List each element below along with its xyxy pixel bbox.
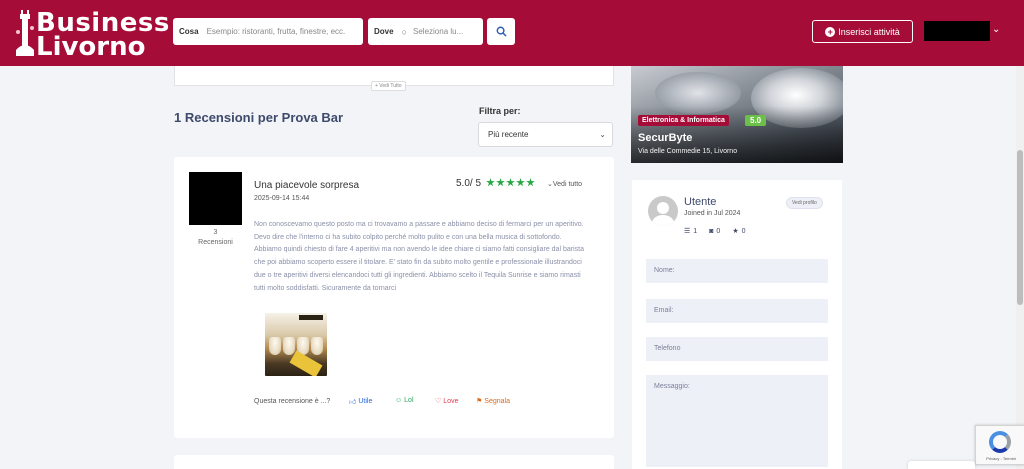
page-scrollbar-thumb[interactable] [1017, 150, 1023, 305]
add-business-label: Inserisci attività [838, 26, 900, 37]
search-what-placeholder: Esempio: ristoranti, frutta, finestre, e… [206, 27, 346, 36]
review-vedi-tutto[interactable]: ⌄Vedi tutto [547, 180, 582, 188]
thumbs-up-icon: 👍︎ [349, 399, 357, 406]
name-field-placeholder: Nome: [654, 267, 675, 274]
heart-icon: ♡ [435, 398, 442, 405]
user-stat-reviews-value: 1 [693, 227, 698, 235]
email-field[interactable]: Email: [646, 299, 828, 323]
segnala-button[interactable]: ⚑ Segnala [476, 397, 510, 406]
user-name: Utente [684, 196, 717, 208]
recaptcha-badge[interactable]: Privacy - Termini [975, 425, 1024, 465]
star-icon: ★ [732, 228, 739, 235]
star-icon [516, 178, 525, 187]
lol-label: Lol [404, 397, 414, 404]
plus-icon: + [825, 26, 836, 37]
business-card[interactable]: Elettronica & Informatica 5.0 SecurByte … [631, 66, 843, 163]
filter-select[interactable]: Più recente ⌄ [478, 122, 613, 147]
chevron-down-icon[interactable]: ⌄ [992, 24, 1000, 35]
business-rating-badge: 5.0 [745, 115, 767, 126]
next-card [174, 455, 614, 469]
star-icon [486, 178, 495, 187]
recaptcha-text: Privacy - Termini [986, 456, 1016, 461]
review-photo[interactable] [265, 313, 327, 376]
phone-field-placeholder: Telefono [654, 345, 681, 352]
avatar-head [657, 202, 669, 214]
review-card: 3 Recensioni Una piacevole sorpresa 2025… [174, 157, 614, 438]
star-icon [506, 178, 515, 187]
search-where-label: Dove [374, 27, 394, 36]
site-header: Business Livorno Cosa Esempio: ristorant… [0, 0, 1024, 66]
business-address: Via delle Commedie 15, Livorno [638, 148, 738, 155]
tower-logo-icon [16, 10, 34, 56]
search-icon [496, 26, 507, 37]
search-button[interactable] [487, 18, 515, 45]
user-avatar[interactable] [648, 196, 678, 226]
flag-icon: ⚑ [476, 398, 483, 405]
chevron-down-icon: ⌄ [599, 130, 606, 139]
reviewer-count-label: Recensioni [198, 239, 233, 246]
search-where-input[interactable]: Dove ○ Seleziona lu... [368, 18, 483, 45]
site-logo[interactable]: Business Livorno [14, 6, 169, 62]
message-field-placeholder: Messaggio: [654, 383, 690, 390]
view-profile-button[interactable]: Vedi profilo [786, 197, 823, 209]
list-icon: ☰ [684, 228, 691, 235]
bottom-widget[interactable] [908, 461, 975, 469]
avatar-torso [652, 215, 674, 226]
love-button[interactable]: ♡ Love [435, 397, 459, 406]
segnala-label: Segnala [484, 397, 510, 405]
star-icon [496, 178, 505, 187]
name-field[interactable]: Nome: [646, 259, 828, 283]
user-joined: Joined in Jul 2024 [684, 210, 741, 217]
user-stats: ☰ 1 ◙ 0 ★ 0 [684, 227, 746, 236]
reviewer-avatar[interactable] [189, 172, 242, 225]
review-question: Questa recensione è ...? [254, 398, 331, 405]
business-category-badge[interactable]: Elettronica & Informatica [638, 115, 729, 126]
user-stat-photos: ◙ 0 [709, 227, 720, 235]
photo-cup [269, 337, 281, 355]
review-vedi-tutto-label: Vedi tutto [552, 181, 583, 188]
review-date: 2025-09-14 15:44 [254, 195, 310, 202]
recaptcha-icon [989, 431, 1011, 453]
add-business-button[interactable]: + Inserisci attività [812, 20, 913, 43]
reviewer-review-count: 3 Recensioni [189, 228, 242, 248]
photo-cup [283, 337, 295, 355]
star-icon [526, 178, 535, 187]
review-text: Non conoscevamo questo posto ma ci trova… [254, 221, 584, 292]
filter-selected-value: Più recente [488, 130, 529, 139]
smile-icon: ☺ [395, 397, 403, 404]
utile-button[interactable]: 👍︎ Utile [349, 397, 372, 406]
review-stars [486, 178, 535, 187]
user-stat-favorites-value: 0 [741, 227, 746, 235]
user-menu[interactable] [924, 21, 990, 41]
user-stat-reviews: ☰ 1 [684, 227, 698, 236]
lol-button[interactable]: ☺ Lol [395, 397, 414, 404]
location-pin-icon: ○ [401, 26, 407, 37]
review-title: Una piacevole sorpresa [254, 180, 360, 191]
reviewer-count-number: 3 [213, 229, 218, 236]
user-stat-photos-value: 0 [716, 227, 721, 235]
vedi-tutto-toggle[interactable]: + Vedi Tutto [371, 81, 406, 91]
photo-tag [299, 315, 323, 320]
camera-icon: ◙ [709, 227, 714, 235]
logo-text-livorno: Livorno [36, 32, 146, 62]
user-stat-favorites: ★ 0 [732, 227, 746, 236]
user-contact-card: Utente Joined in Jul 2024 Vedi profilo ☰… [632, 180, 842, 469]
phone-field[interactable]: Telefono [646, 337, 828, 361]
utile-label: Utile [358, 398, 373, 405]
love-label: Love [443, 397, 459, 405]
search-where-placeholder: Seleziona lu... [413, 27, 464, 36]
message-field[interactable]: Messaggio: [646, 375, 828, 467]
search-what-label: Cosa [179, 27, 199, 36]
filter-label: Filtra per: [479, 106, 521, 116]
reviews-title: 1 Recensioni per Prova Bar [174, 110, 344, 125]
photo-cup [311, 337, 323, 355]
email-field-placeholder: Email: [654, 307, 674, 314]
business-name[interactable]: SecurByte [638, 132, 692, 144]
search-what-input[interactable]: Cosa Esempio: ristoranti, frutta, finest… [173, 18, 363, 45]
review-score: 5.0/ 5 [456, 178, 482, 189]
